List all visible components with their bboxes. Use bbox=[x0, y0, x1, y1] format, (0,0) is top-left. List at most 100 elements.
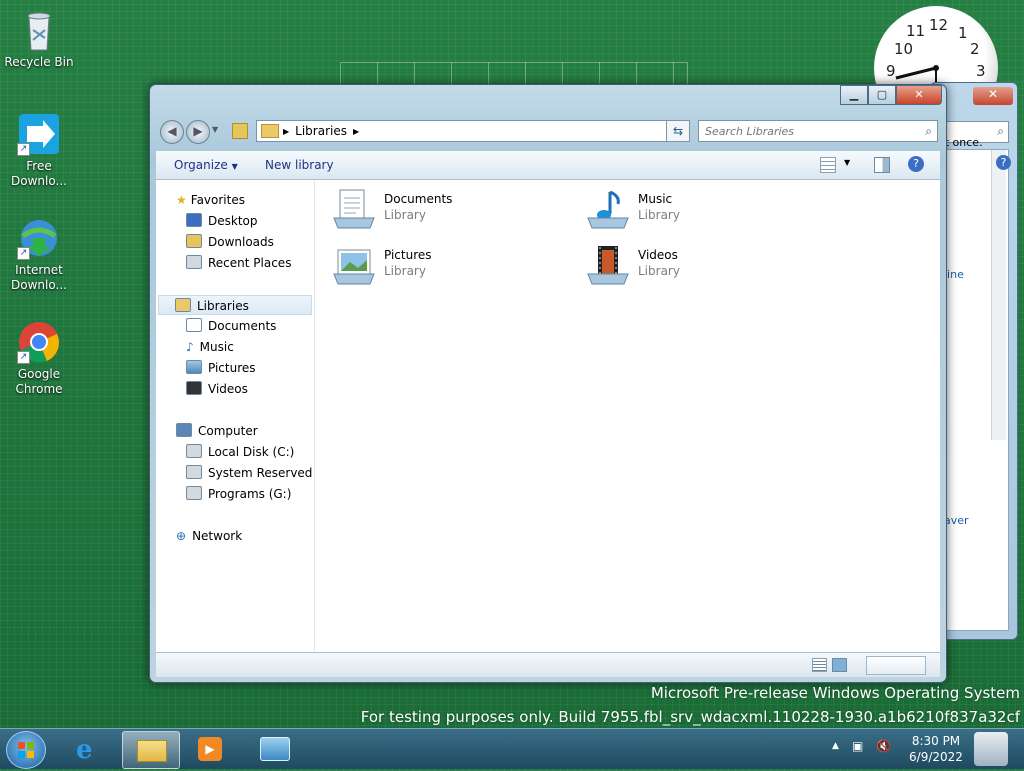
taskbar-time: 8:30 PM bbox=[911, 734, 961, 748]
maximize-button[interactable]: ▢ bbox=[868, 85, 896, 105]
network-tray-icon[interactable]: ▣ bbox=[852, 739, 863, 753]
nav-label: Documents bbox=[208, 319, 277, 333]
desktop-icon-internet-download[interactable]: ↗ Internet Downlo... bbox=[4, 216, 74, 293]
recent-pages-dropdown[interactable]: ▼ bbox=[212, 125, 218, 134]
desktop-icon-google-chrome[interactable]: ↗ Google Chrome bbox=[4, 320, 74, 397]
internet-download-manager-icon: ↗ bbox=[17, 216, 61, 260]
nav-item-computer[interactable]: Computer bbox=[176, 421, 258, 441]
nav-item-programs[interactable]: Programs (G:) bbox=[186, 484, 291, 504]
control-panel-button[interactable] bbox=[246, 731, 302, 767]
windows-explorer-button[interactable] bbox=[122, 731, 180, 769]
library-item-documents[interactable]: Documents Library bbox=[332, 186, 552, 232]
caption-buttons: ▁ ▢ ✕ bbox=[840, 85, 942, 105]
nav-item-desktop[interactable]: Desktop bbox=[186, 211, 258, 231]
large-icons-view-icon[interactable] bbox=[832, 658, 847, 672]
desktop-icon-label: Free Downlo... bbox=[11, 159, 67, 188]
recent-places-icon bbox=[186, 255, 202, 269]
desktop-icon-label: Recycle Bin bbox=[4, 55, 74, 69]
star-icon: ★ bbox=[176, 193, 187, 207]
internet-explorer-button[interactable]: e bbox=[62, 731, 118, 767]
change-view-icon[interactable] bbox=[820, 157, 836, 173]
new-library-button[interactable]: New library bbox=[265, 158, 334, 172]
nav-item-music[interactable]: ♪ Music bbox=[186, 337, 234, 357]
nav-item-libraries[interactable]: Libraries bbox=[158, 295, 312, 315]
layout-button[interactable] bbox=[866, 656, 926, 675]
refresh-button[interactable]: ⇆ bbox=[666, 120, 690, 142]
media-player-icon: ▶ bbox=[198, 737, 222, 761]
scrollbar[interactable] bbox=[991, 150, 1006, 440]
nav-label: Desktop bbox=[208, 214, 258, 228]
address-bar[interactable]: ▶ Libraries ▶ ▼ bbox=[256, 120, 690, 142]
nav-label: Programs (G:) bbox=[208, 487, 292, 501]
internet-explorer-icon: e bbox=[76, 735, 93, 765]
search-input[interactable] bbox=[699, 123, 926, 139]
help-icon[interactable]: ? bbox=[996, 155, 1011, 170]
nav-item-videos[interactable]: Videos bbox=[186, 379, 248, 399]
computer-icon bbox=[176, 423, 192, 437]
control-panel-icon bbox=[260, 737, 290, 761]
item-type: Library bbox=[384, 208, 426, 222]
drive-icon bbox=[186, 486, 202, 500]
nav-label: Network bbox=[192, 529, 243, 543]
search-box[interactable]: ⌕ bbox=[698, 120, 938, 142]
taskbar-date: 6/9/2022 bbox=[909, 750, 963, 764]
recycle-bin-icon bbox=[17, 8, 61, 52]
close-button[interactable]: ✕ bbox=[973, 87, 1013, 105]
nav-item-local-disk[interactable]: Local Disk (C:) bbox=[186, 442, 294, 462]
close-button[interactable]: ✕ bbox=[896, 85, 942, 105]
windows-logo-icon bbox=[18, 742, 34, 758]
minimize-button[interactable]: ▁ bbox=[840, 85, 868, 105]
drive-icon bbox=[186, 465, 202, 479]
navigation-bar: ◀ ▶ ▼ ▶ Libraries ▶ ▼ ⇆ ⌕ bbox=[156, 117, 940, 145]
folder-up-icon[interactable] bbox=[232, 123, 248, 139]
library-item-music[interactable]: Music Library bbox=[586, 186, 806, 232]
item-type: Library bbox=[384, 264, 426, 278]
user-icon[interactable] bbox=[974, 732, 1008, 766]
back-button[interactable]: ◀ bbox=[160, 120, 184, 144]
nav-item-downloads[interactable]: Downloads bbox=[186, 232, 274, 252]
library-item-pictures[interactable]: Pictures Library bbox=[332, 242, 552, 288]
details-view-icon[interactable] bbox=[812, 658, 827, 672]
item-type: Library bbox=[638, 208, 680, 222]
item-name: Documents bbox=[384, 192, 453, 206]
volume-muted-icon[interactable]: 🔇 bbox=[876, 739, 891, 753]
nav-item-pictures[interactable]: Pictures bbox=[186, 358, 256, 378]
desktop-icon-recycle-bin[interactable]: Recycle Bin bbox=[4, 8, 74, 70]
nav-label: Libraries bbox=[197, 299, 249, 313]
watermark-line-2: For testing purposes only. Build 7955.fb… bbox=[360, 708, 1020, 726]
preview-pane-icon[interactable] bbox=[874, 157, 890, 173]
view-options-dropdown[interactable]: ▼ bbox=[844, 158, 850, 167]
item-name: Pictures bbox=[384, 248, 432, 262]
breadcrumb-libraries[interactable]: Libraries bbox=[295, 124, 347, 138]
background-window-content: at once. line aver bbox=[938, 136, 1009, 631]
pictures-library-icon bbox=[333, 249, 375, 285]
taskbar: e ▶ ▲ ▣ 🔇 8:30 PM 6/9/2022 bbox=[0, 728, 1024, 769]
help-icon[interactable]: ? bbox=[908, 156, 924, 172]
media-player-button[interactable]: ▶ bbox=[182, 731, 238, 767]
clock-area[interactable]: 8:30 PM 6/9/2022 bbox=[906, 733, 966, 765]
nav-label: Pictures bbox=[208, 361, 256, 375]
breadcrumb-separator: ▶ bbox=[283, 126, 290, 136]
library-item-videos[interactable]: Videos Library bbox=[586, 242, 806, 288]
nav-item-network[interactable]: ⊕ Network bbox=[176, 526, 242, 546]
desktop-icon bbox=[186, 213, 202, 227]
folder-icon bbox=[137, 740, 167, 762]
nav-item-system-reserved[interactable]: System Reserved (D: bbox=[186, 463, 314, 483]
breadcrumb-separator: ▶ bbox=[352, 126, 360, 136]
link-fragment[interactable]: aver bbox=[944, 514, 969, 527]
nav-item-recent-places[interactable]: Recent Places bbox=[186, 253, 291, 273]
watermark-line-1: Microsoft Pre-release Windows Operating … bbox=[650, 684, 1020, 702]
show-hidden-icons-button[interactable]: ▲ bbox=[832, 741, 839, 751]
nav-item-documents[interactable]: Documents bbox=[186, 316, 276, 336]
organize-button[interactable]: Organize ▼ bbox=[174, 158, 238, 172]
forward-button[interactable]: ▶ bbox=[186, 120, 210, 144]
explorer-window[interactable]: ▁ ▢ ✕ ◀ ▶ ▼ ▶ Libraries ▶ ▼ ⇆ ⌕ Organize… bbox=[149, 84, 947, 683]
documents-library-icon bbox=[333, 189, 375, 229]
start-button[interactable] bbox=[6, 731, 46, 769]
chrome-icon: ↗ bbox=[17, 320, 61, 364]
nav-label: System Reserved (D: bbox=[208, 466, 314, 480]
nav-item-favorites[interactable]: ★ Favorites bbox=[176, 190, 245, 210]
search-icon[interactable]: ⌕ bbox=[925, 124, 937, 139]
desktop-icon-free-download[interactable]: ↗ Free Downlo... bbox=[4, 112, 74, 189]
nav-label: Favorites bbox=[190, 193, 245, 207]
